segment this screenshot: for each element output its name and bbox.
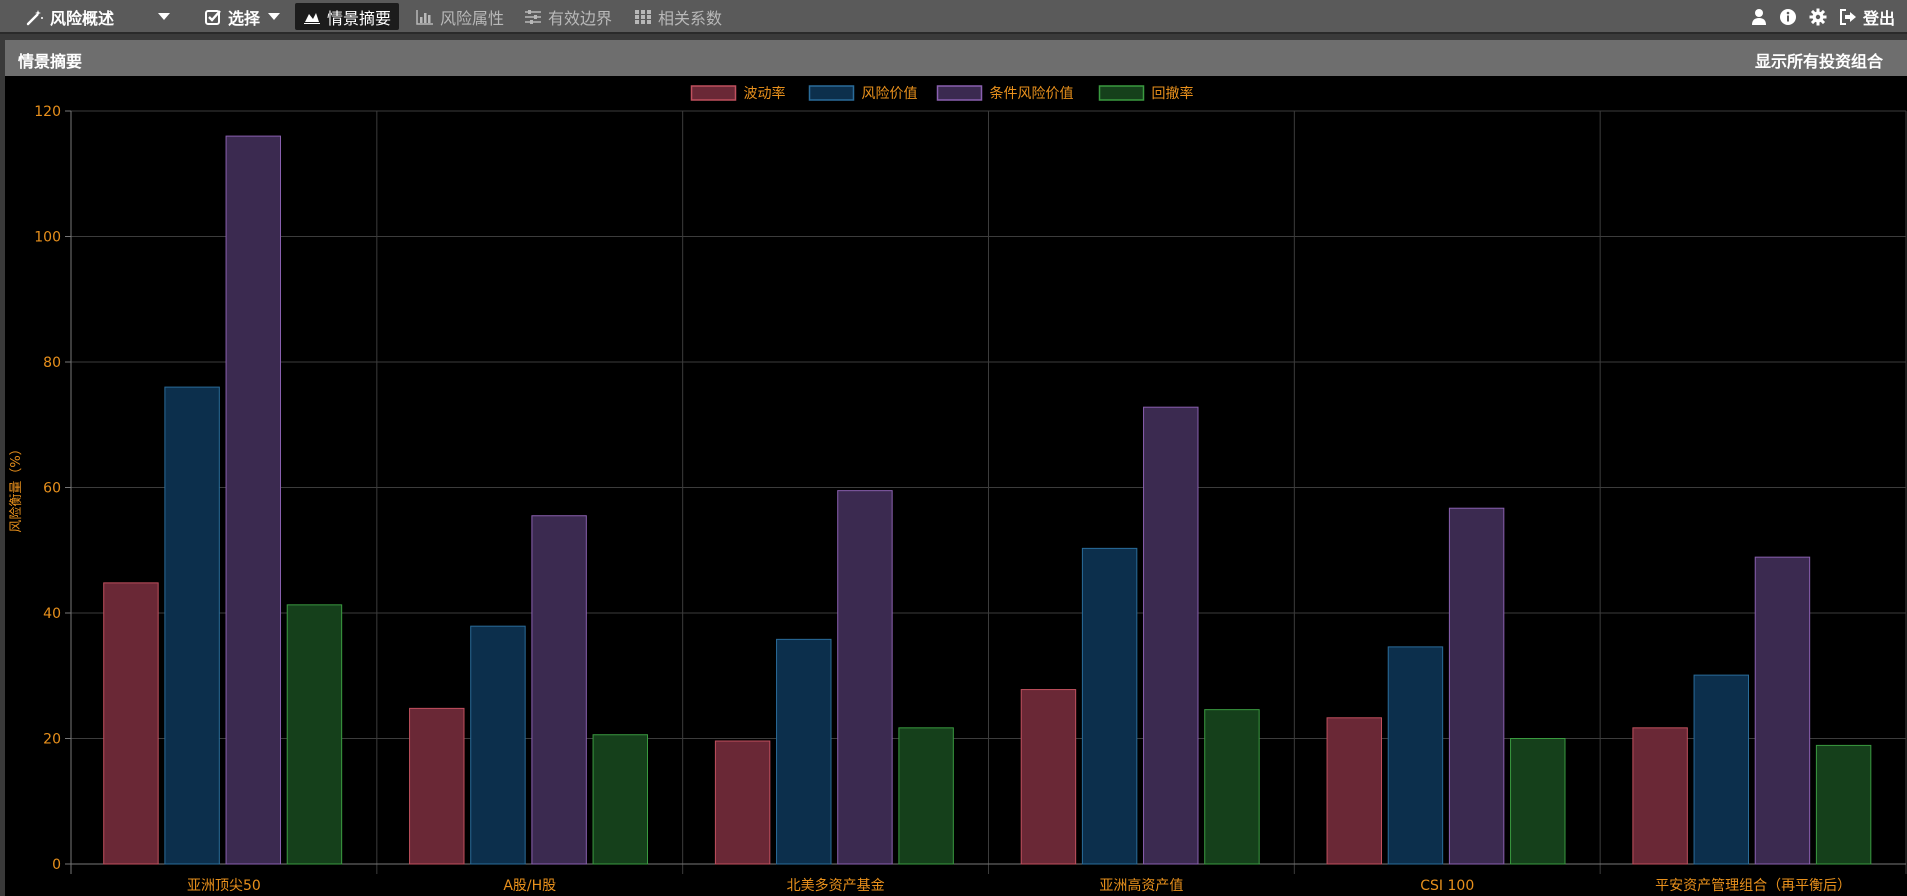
legend-label: 波动率: [744, 85, 786, 102]
nav-item-label: 情景摘要: [327, 8, 392, 28]
chevron-down-icon: [268, 13, 281, 20]
logout-button[interactable]: 登出: [1839, 5, 1895, 29]
x-tick-label: 亚洲高资产值: [1099, 877, 1183, 894]
legend-swatch: [936, 85, 983, 101]
user-icon[interactable]: [1751, 8, 1767, 26]
bar: [1448, 507, 1505, 865]
nav-item-risk-attributes[interactable]: 风险属性: [408, 3, 512, 30]
y-tick-label: 40: [43, 606, 61, 622]
bar: [1387, 646, 1444, 865]
show-all-portfolios-button[interactable]: 显示所有投资组合: [1755, 48, 1883, 72]
nav-select-label: 选择: [228, 8, 261, 28]
nav-item-correlation[interactable]: 相关系数: [626, 3, 730, 30]
bar: [837, 490, 893, 865]
bar: [1020, 689, 1077, 865]
y-tick-label: 0: [52, 857, 61, 873]
y-tick-label: 120: [34, 104, 61, 120]
bar: [1081, 547, 1138, 865]
nav-item-label: 相关系数: [658, 8, 723, 28]
bar: [1632, 727, 1688, 865]
y-tick-label: 80: [43, 355, 61, 371]
x-tick-label: 亚洲顶尖50: [187, 878, 261, 894]
bar: [225, 135, 281, 865]
bar: [1754, 556, 1811, 865]
top-navbar: 风险概述 选择 情景摘要 风险属性 有效边界 相关系数 登出: [0, 0, 1907, 34]
logout-label: 登出: [1862, 9, 1895, 28]
legend-label: 条件风险价值: [990, 85, 1074, 102]
panel-header: 情景摘要 显示所有投资组合: [5, 40, 1907, 76]
area-chart-icon: [304, 12, 320, 24]
bar: [103, 582, 159, 865]
grid-icon: [635, 9, 651, 24]
y-tick-label: 100: [34, 230, 61, 246]
bar: [470, 625, 526, 865]
legend-swatch: [690, 85, 737, 101]
x-tick-label: A股/H股: [503, 878, 556, 894]
bar: [409, 707, 465, 865]
bar: [1204, 709, 1260, 865]
bar-chart-icon: [416, 9, 433, 25]
bar: [1693, 674, 1749, 865]
check-square-icon: [205, 9, 221, 25]
bar: [1510, 738, 1566, 865]
bar: [776, 638, 832, 865]
sliders-icon: [525, 9, 541, 24]
bar: [164, 386, 220, 865]
risk-bar-chart: 0 20 40 60 80 100 120 亚洲顶尖50 A股/H股 北美多资产基金 亚洲高资产值 C…: [9, 85, 1907, 894]
x-tick-label: CSI 100: [1420, 878, 1474, 894]
legend-swatch: [808, 85, 855, 101]
logout-icon: [1839, 9, 1856, 25]
legend-swatch: [1098, 85, 1145, 101]
nav-brand-label: 风险概述: [50, 8, 115, 28]
nav-item-label: 风险属性: [440, 8, 505, 28]
bar: [898, 727, 954, 865]
bar: [1815, 744, 1872, 865]
y-axis-label: 风险衡量（%）: [9, 442, 24, 532]
nav-item-efficient-frontier[interactable]: 有效边界: [516, 3, 620, 30]
bar: [592, 734, 648, 865]
nav-item-scenario-summary[interactable]: 情景摘要: [295, 3, 400, 30]
chevron-down-icon: [158, 13, 171, 20]
bar: [1143, 406, 1199, 865]
panel-title: 情景摘要: [18, 52, 83, 71]
bar: [714, 740, 771, 865]
bar: [286, 604, 343, 865]
nav-brand-menu[interactable]: 风险概述: [18, 3, 178, 30]
bar: [531, 515, 587, 865]
y-tick-label: 20: [43, 732, 61, 748]
nav-right-icons: 登出: [1751, 5, 1895, 29]
magic-wand-icon: [26, 9, 43, 25]
y-tick-label: 60: [43, 481, 61, 497]
legend-label: 回撤率: [1152, 85, 1194, 102]
legend-label: 风险价值: [862, 86, 918, 102]
info-icon[interactable]: [1779, 8, 1797, 26]
bar: [1326, 717, 1382, 865]
x-tick-label: 北美多资产基金: [787, 877, 885, 894]
gear-icon[interactable]: [1809, 8, 1827, 26]
nav-item-label: 有效边界: [548, 8, 613, 28]
nav-select-menu[interactable]: 选择: [196, 3, 288, 30]
x-tick-label: 平安资产管理组合（再平衡后）: [1655, 878, 1851, 894]
